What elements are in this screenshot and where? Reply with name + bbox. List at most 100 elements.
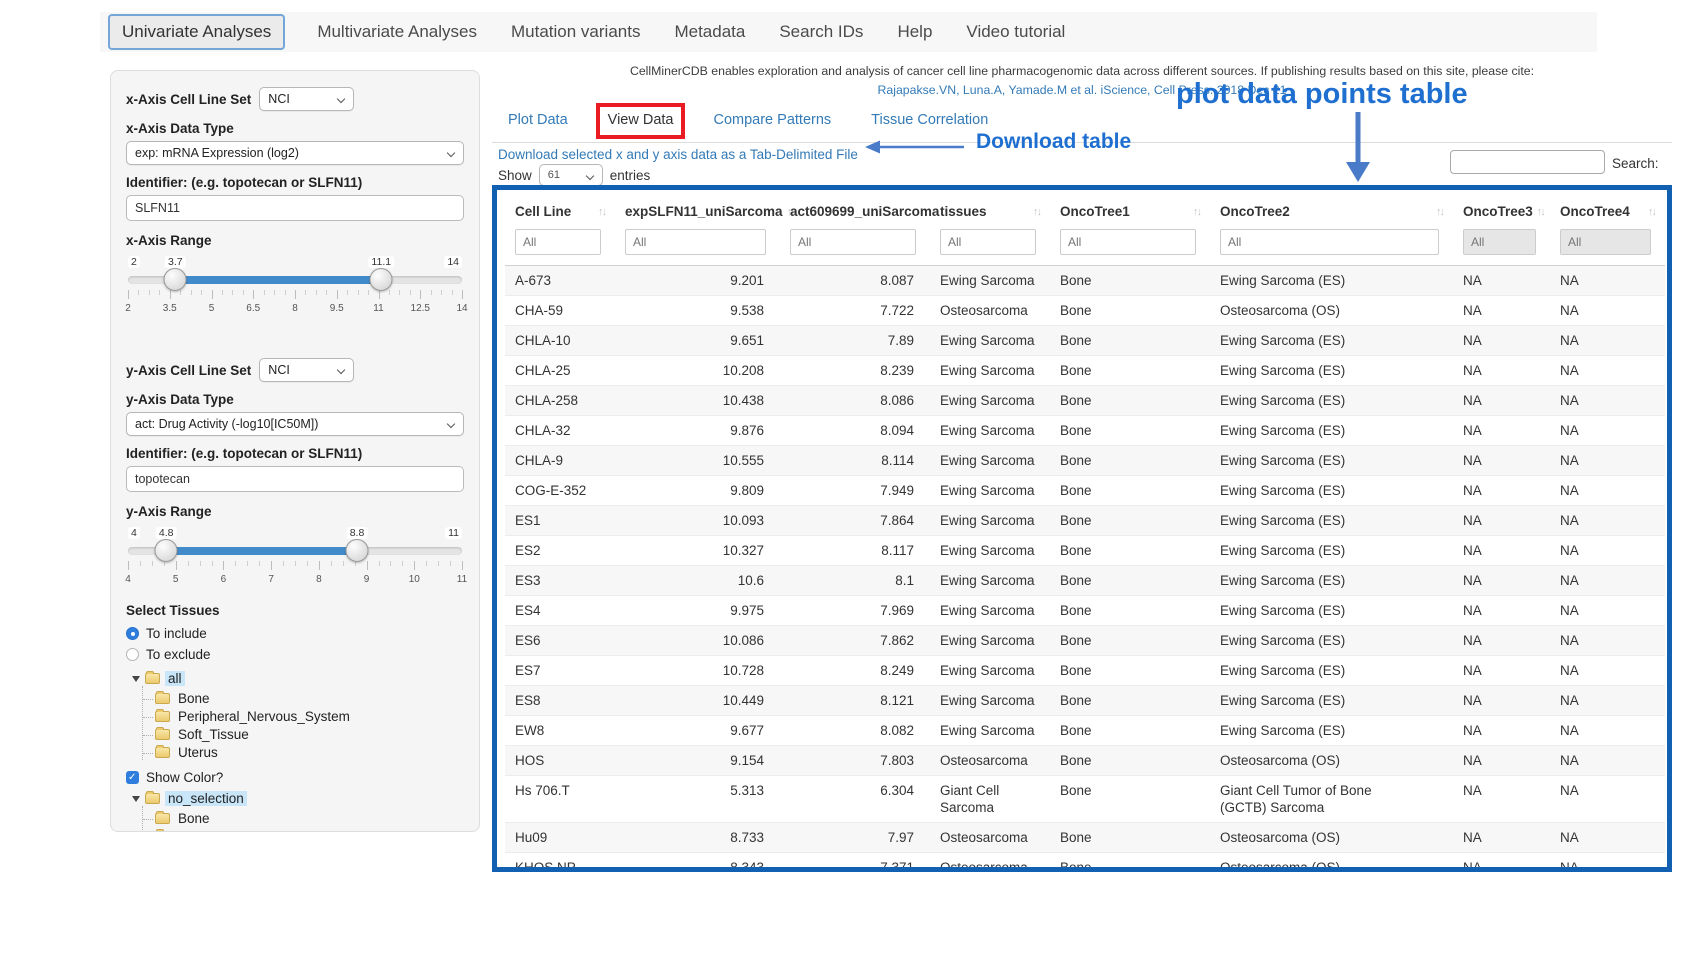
tab-plot-data[interactable]: Plot Data (508, 112, 568, 128)
tree-node-peripheral-nervous-system[interactable]: Peripheral_Nervous_System (143, 709, 464, 724)
radio-exclude-icon[interactable] (126, 648, 139, 661)
nav-tab-video-tutorial[interactable]: Video tutorial (964, 16, 1067, 48)
column-header-oncotree3[interactable]: OncoTree3↑↓ (1453, 192, 1550, 227)
table-cell: Bone (1050, 506, 1210, 536)
tree-node-bone[interactable]: Bone (143, 691, 464, 706)
table-cell: Ewing Sarcoma (930, 566, 1050, 596)
nav-tab-univariate-analyses[interactable]: Univariate Analyses (108, 14, 285, 50)
column-header-expslfn11-unisarcoma[interactable]: expSLFN11_uniSarcoma↑↓ (615, 192, 780, 227)
table-row[interactable]: CHLA-910.5558.114Ewing SarcomaBoneEwing … (505, 446, 1665, 476)
tree-node-all[interactable]: all (132, 671, 464, 686)
column-header-tissues[interactable]: tissues↑↓ (930, 192, 1050, 227)
x-identifier-input[interactable] (126, 195, 464, 221)
column-header-act609699-unisarcoma[interactable]: act609699_uniSarcoma↑↓ (780, 192, 930, 227)
tab-compare-patterns[interactable]: Compare Patterns (713, 112, 831, 128)
slider-from-value: 4.8 (156, 527, 177, 539)
table-cell: 10.728 (615, 656, 780, 686)
tissue-include-option[interactable]: To include (126, 626, 464, 641)
filter-input-expslfn11-unisarcoma[interactable] (625, 229, 766, 255)
y-identifier-input[interactable] (126, 466, 464, 492)
nav-tab-metadata[interactable]: Metadata (672, 16, 747, 48)
x-cell-line-set-select[interactable]: NCI (259, 87, 354, 111)
y-data-type-select[interactable]: act: Drug Activity (-log10[IC50M]) (126, 412, 464, 436)
table-row[interactable]: ES610.0867.862Ewing SarcomaBoneEwing Sar… (505, 626, 1665, 656)
tab-view-data[interactable]: View Data (608, 112, 674, 128)
radio-include-icon[interactable] (126, 627, 139, 640)
citation-link[interactable]: Rajapakse.VN, Luna.A, Yamade.M et al. iS… (492, 83, 1672, 97)
nav-tab-help[interactable]: Help (895, 16, 934, 48)
show-color-checkbox[interactable] (126, 771, 139, 784)
tree-node-soft-tissue[interactable]: Soft_Tissue (143, 727, 464, 742)
column-header-cell-line[interactable]: Cell Line↑↓ (505, 192, 615, 227)
column-header-oncotree1[interactable]: OncoTree1↑↓ (1050, 192, 1210, 227)
sort-icon[interactable]: ↑↓ (1033, 206, 1040, 218)
slider-tick-label: 6.5 (246, 303, 260, 314)
table-row[interactable]: HOS9.1547.803OsteosarcomaBoneOsteosarcom… (505, 746, 1665, 776)
slider-handle-from[interactable] (155, 539, 178, 562)
table-row[interactable]: ES49.9757.969Ewing SarcomaBoneEwing Sarc… (505, 596, 1665, 626)
table-row[interactable]: ES210.3278.117Ewing SarcomaBoneEwing Sar… (505, 536, 1665, 566)
slider-tick-label: 8 (292, 303, 298, 314)
tree-node-peripheral-nervous-system[interactable]: Peripheral_Nervous_System (143, 829, 464, 832)
table-row[interactable]: COG-E-3529.8097.949Ewing SarcomaBoneEwin… (505, 476, 1665, 506)
entries-per-page-select[interactable]: 61 (539, 164, 603, 186)
table-row[interactable]: EW89.6778.082Ewing SarcomaBoneEwing Sarc… (505, 716, 1665, 746)
table-search-input[interactable] (1450, 150, 1605, 174)
tree-node-bone[interactable]: Bone (143, 811, 464, 826)
download-tab-delimited-link[interactable]: Download selected x and y axis data as a… (498, 147, 858, 162)
sort-icon[interactable]: ↑↓ (1436, 206, 1443, 218)
slider-handle-to[interactable] (370, 268, 393, 291)
slider-handle-to[interactable] (346, 539, 369, 562)
filter-input-oncotree2[interactable] (1220, 229, 1439, 255)
table-row[interactable]: CHA-599.5387.722OsteosarcomaBoneOsteosar… (505, 296, 1665, 326)
tree-node-uterus[interactable]: Uterus (143, 745, 464, 760)
sort-icon[interactable]: ↑↓ (1193, 206, 1200, 218)
table-row[interactable]: A-6739.2018.087Ewing SarcomaBoneEwing Sa… (505, 266, 1665, 296)
tree-expander-icon[interactable] (132, 676, 140, 682)
table-cell: NA (1453, 506, 1550, 536)
filter-input-act609699-unisarcoma[interactable] (790, 229, 916, 255)
table-cell: 9.201 (615, 266, 780, 296)
table-row[interactable]: ES310.68.1Ewing SarcomaBoneEwing Sarcoma… (505, 566, 1665, 596)
x-axis-range-slider[interactable]: 2143.711.123.556.589.51112.514 (128, 256, 462, 322)
y-axis-range-slider[interactable]: 4114.88.84567891011 (128, 527, 462, 593)
table-cell: Ewing Sarcoma (930, 446, 1050, 476)
x-data-type-select[interactable]: exp: mRNA Expression (log2) (126, 141, 464, 165)
table-cell: 8.094 (780, 416, 930, 446)
column-header-oncotree4[interactable]: OncoTree4↑↓ (1550, 192, 1665, 227)
table-row[interactable]: KHOS NP8.3437.371OsteosarcomaBoneOsteosa… (505, 853, 1665, 873)
filter-input-oncotree1[interactable] (1060, 229, 1196, 255)
table-cell: 7.97 (780, 823, 930, 853)
tree-expander-icon[interactable] (132, 796, 140, 802)
y-cell-line-set-select[interactable]: NCI (259, 358, 354, 382)
sort-icon[interactable]: ↑↓ (1537, 206, 1544, 218)
nav-tab-mutation-variants[interactable]: Mutation variants (509, 16, 642, 48)
tissue-exclude-option[interactable]: To exclude (126, 647, 464, 662)
nav-tab-multivariate-analyses[interactable]: Multivariate Analyses (315, 16, 479, 48)
sort-icon[interactable]: ↑↓ (1648, 206, 1655, 218)
table-cell: NA (1453, 823, 1550, 853)
sort-icon[interactable]: ↑↓ (598, 206, 605, 218)
tree-node-no-selection[interactable]: no_selection (132, 791, 464, 806)
table-row[interactable]: CHLA-2510.2088.239Ewing SarcomaBoneEwing… (505, 356, 1665, 386)
slider-tick-label: 12.5 (411, 303, 430, 314)
table-row[interactable]: Hu098.7337.97OsteosarcomaBoneOsteosarcom… (505, 823, 1665, 853)
show-color-option[interactable]: Show Color? (126, 770, 464, 785)
y-identifier-label: Identifier: (e.g. topotecan or SLFN11) (126, 446, 464, 461)
table-row[interactable]: ES810.4498.121Ewing SarcomaBoneEwing Sar… (505, 686, 1665, 716)
tab-tissue-correlation[interactable]: Tissue Correlation (871, 112, 988, 128)
table-row[interactable]: CHLA-25810.4388.086Ewing SarcomaBoneEwin… (505, 386, 1665, 416)
table-cell: ES1 (505, 506, 615, 536)
filter-input-cell-line[interactable] (515, 229, 601, 255)
table-row[interactable]: CHLA-329.8768.094Ewing SarcomaBoneEwing … (505, 416, 1665, 446)
table-row[interactable]: ES110.0937.864Ewing SarcomaBoneEwing Sar… (505, 506, 1665, 536)
table-cell: 10.093 (615, 506, 780, 536)
table-row[interactable]: Hs 706.T5.3136.304Giant Cell SarcomaBone… (505, 776, 1665, 823)
filter-input-tissues[interactable] (940, 229, 1036, 255)
nav-tab-search-ids[interactable]: Search IDs (777, 16, 865, 48)
table-cell: Ewing Sarcoma (930, 266, 1050, 296)
column-header-oncotree2[interactable]: OncoTree2↑↓ (1210, 192, 1453, 227)
table-row[interactable]: CHLA-109.6517.89Ewing SarcomaBoneEwing S… (505, 326, 1665, 356)
table-row[interactable]: ES710.7288.249Ewing SarcomaBoneEwing Sar… (505, 656, 1665, 686)
slider-handle-from[interactable] (164, 268, 187, 291)
